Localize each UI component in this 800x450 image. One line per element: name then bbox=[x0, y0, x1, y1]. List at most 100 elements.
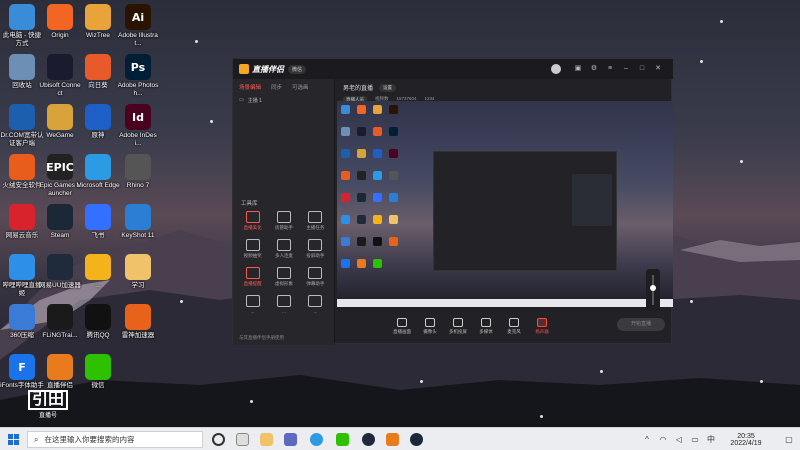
tool-item[interactable]: ... bbox=[237, 295, 268, 314]
wechat-taskbar-icon[interactable] bbox=[336, 433, 349, 446]
battery-icon[interactable]: ▭ bbox=[690, 435, 700, 445]
preview-desktop-icon bbox=[373, 105, 382, 114]
live-companion-taskbar-icon[interactable] bbox=[386, 433, 399, 446]
clock[interactable]: 20:35 2022/4/19 bbox=[722, 433, 770, 447]
desktop-icon-label: WizTree bbox=[86, 32, 110, 39]
desktop-icon[interactable]: Microsoft Edge bbox=[76, 154, 120, 190]
start-live-button[interactable]: 开始直播 bbox=[617, 318, 665, 331]
tab-sync[interactable]: 同步 bbox=[271, 83, 282, 91]
tool-icon bbox=[245, 295, 260, 307]
desktop-icon[interactable]: 飞书 bbox=[76, 204, 120, 240]
desktop-icon[interactable]: Rhino 7 bbox=[116, 154, 160, 190]
show-hidden-icon[interactable]: ^ bbox=[642, 435, 652, 445]
settings-chip[interactable]: 设置 bbox=[379, 83, 397, 92]
watermark-small: 直播号 bbox=[39, 413, 58, 419]
sidebar-footer[interactable]: 与其直播伴侣手册使用 bbox=[239, 335, 284, 341]
tool-label: 直播提醒 bbox=[243, 281, 262, 286]
steam-taskbar-icon[interactable] bbox=[410, 433, 423, 446]
app-icon-1[interactable] bbox=[284, 433, 297, 446]
source-button[interactable]: 摄像头 bbox=[421, 317, 439, 335]
start-icon[interactable] bbox=[8, 434, 19, 445]
maximize-icon[interactable]: □ bbox=[637, 64, 647, 74]
source-icon bbox=[537, 317, 547, 327]
task-view-icon[interactable] bbox=[236, 433, 249, 446]
tool-item[interactable]: 投屏助手 bbox=[300, 239, 331, 259]
preview-desktop-icon bbox=[389, 171, 398, 180]
notification-icon[interactable]: ▢ bbox=[784, 435, 794, 445]
desktop-icon[interactable]: 向日葵 bbox=[76, 54, 120, 90]
search-placeholder: 在这里输入你要搜索的内容 bbox=[44, 435, 135, 444]
tool-label: 主播任务 bbox=[306, 225, 325, 230]
tool-item[interactable]: 虚拟形象 bbox=[268, 267, 299, 287]
tool-label: 视频抽奖 bbox=[243, 253, 262, 258]
qq-icon bbox=[85, 304, 111, 330]
desktop-icon[interactable]: 学习 bbox=[116, 254, 160, 290]
desktop-icon[interactable]: WizTree bbox=[76, 4, 120, 40]
scene-row[interactable]: ▭ 主播 1 bbox=[233, 95, 334, 106]
cortana-icon[interactable] bbox=[212, 433, 225, 446]
ime-icon[interactable]: 中 bbox=[706, 435, 716, 445]
desktop-icon[interactable]: KeyShot 11 bbox=[116, 204, 160, 240]
tool-item[interactable]: 主播任务 bbox=[300, 211, 331, 231]
live-preview[interactable] bbox=[337, 101, 673, 307]
main-header: 男老的直播 设置 bbox=[337, 79, 673, 96]
source-button[interactable]: 麦克风 bbox=[505, 317, 523, 335]
tab-scene-edit[interactable]: 场景编辑 bbox=[239, 83, 261, 91]
user-avatar[interactable] bbox=[551, 64, 561, 74]
tool-label: 房管助手 bbox=[274, 225, 293, 230]
preview-desktop-icon bbox=[341, 171, 350, 180]
preview-nested-window bbox=[433, 151, 617, 271]
volume-knob[interactable] bbox=[650, 285, 656, 291]
tool-item[interactable]: 直播美化 bbox=[237, 211, 268, 231]
settings-icon[interactable]: ⚙ bbox=[589, 64, 599, 74]
uu-taskbar-icon[interactable] bbox=[362, 433, 375, 446]
search-input[interactable]: ⌕ 在这里输入你要搜索的内容 bbox=[27, 431, 203, 448]
app-titlebar[interactable]: 直播伴侣 微信 ▣ ⚙ ≡ – □ ✕ bbox=[233, 59, 673, 79]
source-button[interactable]: 多媒体 bbox=[477, 317, 495, 335]
volume-icon[interactable]: ◁ bbox=[674, 435, 684, 445]
desktop-icon-label: Adobe Illustrat... bbox=[118, 32, 158, 47]
tool-item[interactable]: 视频抽奖 bbox=[237, 239, 268, 259]
minimize-icon[interactable]: – bbox=[621, 64, 631, 74]
tool-item[interactable]: ... bbox=[268, 295, 299, 314]
photoshop-icon: Ps bbox=[125, 54, 151, 80]
tool-item[interactable]: 弹幕助手 bbox=[300, 267, 331, 287]
live-companion-window[interactable]: 直播伴侣 微信 ▣ ⚙ ≡ – □ ✕ 场景编辑 同步 可选画 ▭ 主播 1 工… bbox=[232, 58, 673, 345]
tool-item[interactable]: 房管助手 bbox=[268, 211, 299, 231]
source-button[interactable]: 多机投屏 bbox=[449, 317, 467, 335]
preview-desktop-icon bbox=[389, 149, 398, 158]
source-label: 麦克风 bbox=[507, 328, 521, 334]
desktop-icon[interactable]: 微信 bbox=[76, 354, 120, 390]
desktop-icon-label: ... bbox=[95, 282, 101, 289]
desktop-icon[interactable]: 原神 bbox=[76, 104, 120, 140]
wechat-icon bbox=[85, 354, 111, 380]
source-button[interactable]: 扬声器 bbox=[533, 317, 551, 335]
source-label: 多媒体 bbox=[479, 328, 493, 334]
edge-taskbar-icon[interactable] bbox=[310, 433, 323, 446]
skin-icon[interactable]: ▣ bbox=[573, 64, 583, 74]
tool-item[interactable]: 多人连麦 bbox=[268, 239, 299, 259]
tool-item[interactable]: ... bbox=[300, 295, 331, 314]
desktop-icon[interactable]: Ai Adobe Illustrat... bbox=[116, 4, 160, 48]
preview-desktop-icon bbox=[341, 215, 350, 224]
explorer-icon[interactable] bbox=[260, 433, 273, 446]
drcom-icon bbox=[9, 104, 35, 130]
source-button[interactable]: 直播画面 bbox=[393, 317, 411, 335]
desktop-icon[interactable]: 雷神加速器 bbox=[116, 304, 160, 340]
desktop-icon[interactable]: 腾讯QQ bbox=[76, 304, 120, 340]
tool-item[interactable]: 直播提醒 bbox=[237, 267, 268, 287]
preview-desktop-icon bbox=[341, 149, 350, 158]
close-icon[interactable]: ✕ bbox=[653, 64, 663, 74]
desktop-icon-label: 雷神加速器 bbox=[121, 332, 155, 339]
desktop-icon[interactable]: Id Adobe InDesi... bbox=[116, 104, 160, 148]
desktop-icon[interactable]: Ps Adobe Photosh... bbox=[116, 54, 160, 98]
desktop-icon-label: KeyShot 11 bbox=[121, 232, 155, 239]
desktop-icon[interactable]: ... bbox=[76, 254, 120, 290]
tab-optional[interactable]: 可选画 bbox=[292, 83, 309, 91]
speaker-volume-slider[interactable] bbox=[646, 269, 660, 311]
preview-desktop-icon bbox=[357, 193, 366, 202]
menu-icon[interactable]: ≡ bbox=[605, 64, 615, 74]
network-icon[interactable]: ◠ bbox=[658, 435, 668, 445]
app-badge[interactable]: 微信 bbox=[288, 64, 307, 74]
tool-label: 多人连麦 bbox=[274, 253, 293, 258]
